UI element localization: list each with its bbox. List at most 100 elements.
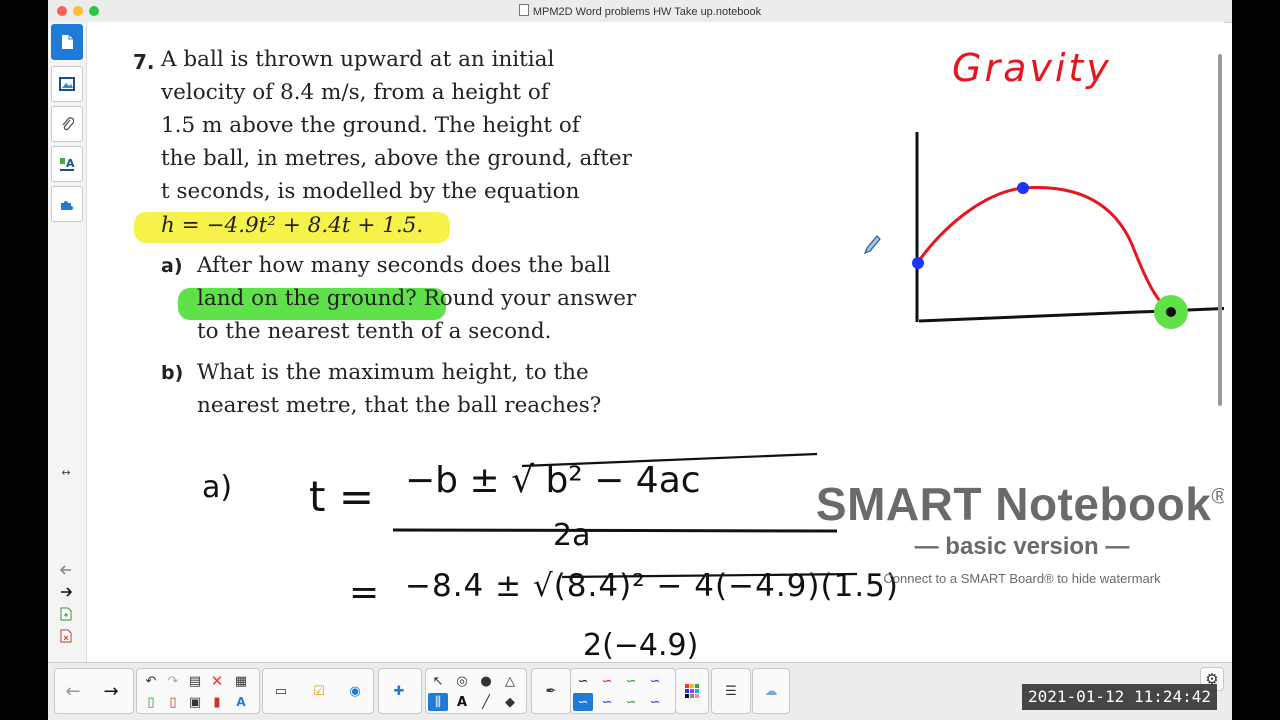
tab-properties[interactable]: A	[51, 146, 83, 182]
tab-page-sorter[interactable]	[51, 24, 83, 60]
tab-addons[interactable]	[51, 186, 83, 222]
fill-tool[interactable]: ●	[476, 672, 496, 690]
text-recognition-button[interactable]: A	[231, 693, 251, 711]
work-label: a)	[202, 470, 233, 505]
add-page-icon[interactable]	[58, 606, 74, 622]
line-style-icon[interactable]: ☰	[721, 682, 741, 700]
shape-tool[interactable]: ◎	[452, 672, 472, 690]
part-a-line: land on the ground? Round your answer	[197, 286, 637, 311]
pen-style-green[interactable]: ∽	[621, 672, 641, 690]
formula-denominator: 2a	[553, 518, 591, 553]
previous-page-button[interactable]: ←	[63, 681, 83, 702]
problem-line: 1.5 m above the ground. The height of	[161, 113, 580, 138]
part-a-line: to the nearest tenth of a second.	[197, 319, 552, 344]
part-b-line: nearest metre, that the ball reaches?	[197, 393, 602, 418]
formula-lhs: t =	[309, 472, 375, 521]
side-tabs: A ↔	[48, 22, 87, 662]
smart-watermark: SMART Notebook® — basic version — Connec…	[802, 477, 1224, 586]
next-page-icon[interactable]	[58, 584, 74, 600]
problem-line: t seconds, is modelled by the equation	[161, 179, 580, 204]
eraser-tool[interactable]: ◆	[500, 693, 520, 711]
problem-text: 7. A ball is thrown upward at an initial…	[87, 22, 787, 442]
text-tool[interactable]: A	[452, 693, 472, 711]
notebook-window: MPM2D Word problems HW Take up.notebook …	[48, 0, 1232, 720]
properties-icon: A	[60, 157, 75, 171]
sidebar-resize-icon[interactable]: ↔	[58, 464, 74, 480]
window-title: MPM2D Word problems HW Take up.notebook	[48, 4, 1232, 18]
pen-tool[interactable]: ✒	[541, 682, 561, 700]
sub-equals: =	[349, 572, 380, 613]
part-a-line: After how many seconds does the ball	[197, 253, 611, 278]
part-a-label: a)	[161, 255, 183, 277]
watermark-subtitle: — basic version —	[914, 533, 1130, 560]
redo-button[interactable]: ↷	[163, 672, 183, 690]
attachments-icon	[62, 117, 74, 131]
pen-style-blue-2[interactable]: ∽	[645, 693, 665, 711]
page-sorter-icon	[62, 35, 73, 49]
svg-text:A: A	[66, 157, 75, 170]
edit-group: ↶ ↷ ▤ ✕ ▦ ▯ ▯ ▣ ▮ A	[136, 668, 260, 714]
delete-button[interactable]: ✕	[207, 672, 227, 690]
pen-style-blue-thin[interactable]: ∽	[597, 693, 617, 711]
undo-button[interactable]: ↶	[141, 672, 161, 690]
pen-style-black[interactable]: ∽	[573, 672, 593, 690]
pen-cursor-icon	[863, 235, 881, 255]
vertical-scrollbar[interactable]	[1218, 54, 1222, 406]
page-nav-group: ← →	[54, 668, 134, 714]
tools-group: ↖ ◎ ● △ ⫼ A ╱ ◆	[425, 668, 527, 714]
delete-page-button[interactable]: ▯	[163, 693, 183, 711]
pdf-button[interactable]: ▮	[207, 693, 227, 711]
landing-point	[1166, 307, 1176, 317]
select-tool[interactable]: ↖	[428, 672, 448, 690]
response-button[interactable]: ◉	[345, 682, 365, 700]
title-bar: MPM2D Word problems HW Take up.notebook	[48, 0, 1232, 23]
trajectory-sketch	[863, 132, 1224, 329]
color-group	[675, 668, 709, 714]
part-b-line: What is the maximum height, to the	[197, 360, 589, 385]
table-tool[interactable]: ⫼	[428, 693, 448, 711]
magic-pen-tool[interactable]: △	[500, 672, 520, 690]
save-button[interactable]: ▣	[185, 693, 205, 711]
trajectory-curve	[916, 185, 1172, 314]
fraction-bar	[392, 528, 838, 533]
pen-group: ✒	[531, 668, 571, 714]
sub-denominator: 2(−4.9)	[583, 628, 699, 662]
pen-style-green-thin[interactable]: ∽	[621, 693, 641, 711]
screen-shade-button[interactable]: ▭	[271, 682, 291, 700]
problem-equation: h = −4.9t² + 8.4t + 1.5.	[161, 213, 424, 238]
next-page-button[interactable]: →	[101, 681, 121, 702]
notebook-page[interactable]: 7. A ball is thrown upward at an initial…	[87, 22, 1224, 662]
addons-icon	[61, 201, 73, 210]
watermark-note: Connect to a SMART Board® to hide waterm…	[883, 571, 1161, 586]
table-button[interactable]: ▦	[231, 672, 251, 690]
pen-styles-group: ∽ ∽ ∽ ∽ ∽ ∽ ∽ ∽	[570, 668, 676, 714]
user-group: ☁	[752, 668, 790, 714]
view-group: ▭ ☑ ◉	[262, 668, 374, 714]
problem-line: velocity of 8.4 m/s, from a height of	[161, 80, 549, 105]
problem-number: 7.	[133, 50, 155, 74]
cloud-icon[interactable]: ☁	[761, 682, 781, 700]
gravity-label: Gravity	[952, 46, 1112, 90]
document-icon	[518, 4, 529, 16]
sqrt-bar	[521, 452, 818, 468]
previous-page-icon[interactable]	[58, 562, 74, 578]
addons-group: ✚	[378, 668, 422, 714]
pen-style-red[interactable]: ∽	[597, 672, 617, 690]
start-point	[912, 257, 924, 269]
color-palette-icon[interactable]	[682, 682, 702, 700]
tab-attachments[interactable]	[51, 106, 83, 142]
problem-line: the ball, in metres, above the ground, a…	[161, 146, 632, 171]
add-page-button[interactable]: ▯	[141, 693, 161, 711]
delete-page-icon[interactable]	[58, 628, 74, 644]
paste-button[interactable]: ▤	[185, 672, 205, 690]
addons-button[interactable]: ✚	[389, 682, 409, 700]
vertex-point	[1017, 182, 1029, 194]
video-timestamp: 2021-01-12 11:24:42	[1022, 684, 1217, 710]
pen-style-blue[interactable]: ∽	[645, 672, 665, 690]
pen-style-selected[interactable]: ∽	[573, 693, 593, 711]
part-b-label: b)	[161, 362, 184, 384]
line-tool[interactable]: ╱	[476, 693, 496, 711]
tab-gallery[interactable]	[51, 66, 83, 102]
watermark-title: SMART Notebook®	[815, 478, 1224, 530]
activity-button[interactable]: ☑	[309, 682, 329, 700]
